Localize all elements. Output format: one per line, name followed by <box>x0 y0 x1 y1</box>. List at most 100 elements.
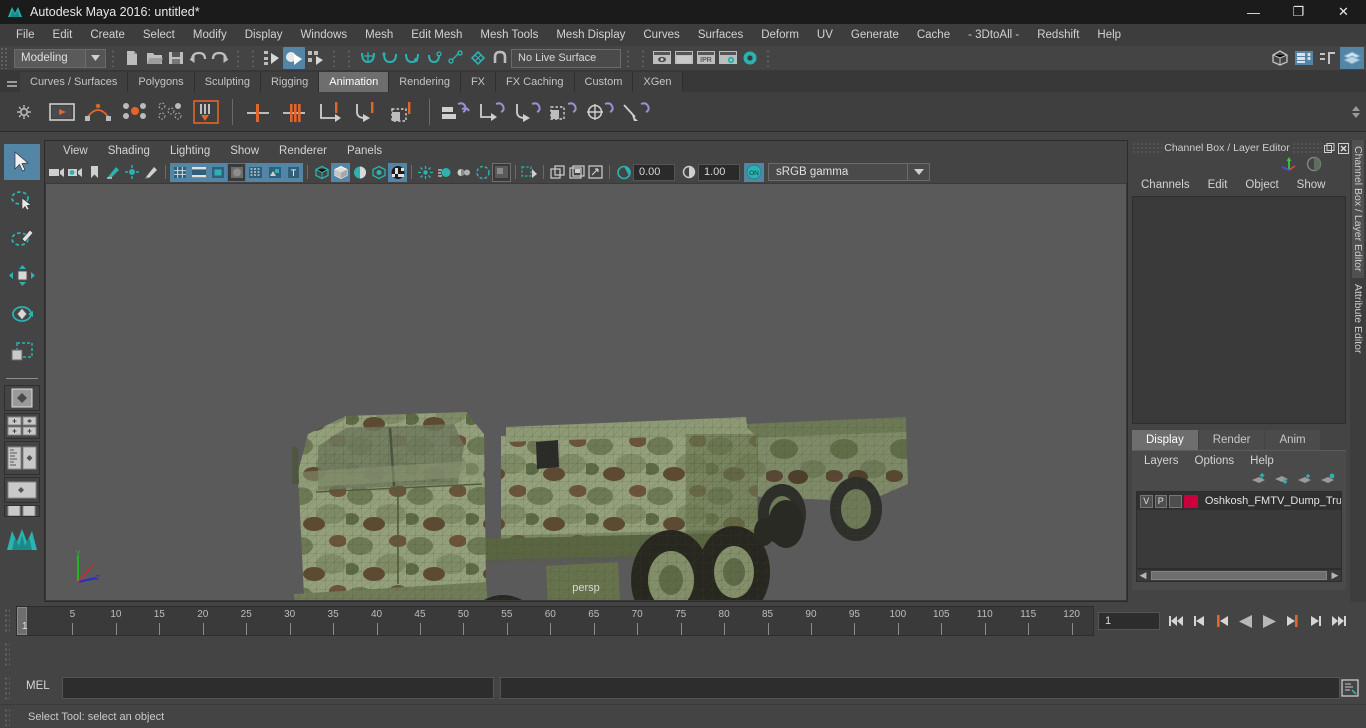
menu-redshift[interactable]: Redshift <box>1028 24 1088 46</box>
set-driven-key-icon[interactable] <box>152 94 188 130</box>
step-forward-frame-icon[interactable] <box>1304 610 1326 632</box>
display-layer-row[interactable]: V P Oshkosh_FMTV_Dump_Truc <box>1137 492 1341 510</box>
layer-editor-tab-anim[interactable]: Anim <box>1265 430 1320 450</box>
normal-constraint-icon[interactable] <box>582 94 618 130</box>
tangent-constraint-icon[interactable] <box>618 94 654 130</box>
channel-box-menu-show[interactable]: Show <box>1288 179 1335 191</box>
parent-constraint-icon[interactable] <box>438 94 474 130</box>
menu-edit[interactable]: Edit <box>44 24 82 46</box>
ipr-render-icon[interactable]: IPR <box>695 47 717 69</box>
panel-drag-handle-right[interactable] <box>1292 142 1322 154</box>
xray-active-components-icon[interactable] <box>567 163 586 182</box>
layer-menu-options[interactable]: Options <box>1187 455 1243 467</box>
menu-edit-mesh[interactable]: Edit Mesh <box>402 24 471 46</box>
shelf-tab-sculpting[interactable]: Sculpting <box>194 72 261 92</box>
screen-space-ambient-occlusion-icon[interactable] <box>416 163 435 182</box>
vtab-channel-box-layer-editor[interactable]: Channel Box / Layer Editor <box>1352 140 1364 278</box>
grease-pencil-icon[interactable] <box>142 163 161 182</box>
save-scene-icon[interactable] <box>165 47 187 69</box>
menu-cache[interactable]: Cache <box>908 24 959 46</box>
select-camera-icon[interactable] <box>47 163 66 182</box>
sphere-preview-icon[interactable] <box>1306 156 1322 175</box>
lasso-select-tool[interactable] <box>4 182 40 218</box>
ik-spline-handle-icon[interactable] <box>277 94 313 130</box>
scrollbar-thumb[interactable] <box>1151 571 1327 580</box>
shelf-scroll-buttons[interactable] <box>1348 92 1364 132</box>
layer-menu-layers[interactable]: Layers <box>1136 455 1187 467</box>
snap-to-projected-center-icon[interactable] <box>423 47 445 69</box>
menu-curves[interactable]: Curves <box>634 24 688 46</box>
isolate-select-icon[interactable] <box>492 162 511 182</box>
shelf-scroll-up-icon[interactable] <box>1352 106 1360 111</box>
maximize-button[interactable]: ❐ <box>1276 0 1321 24</box>
layer-editor-tab-display[interactable]: Display <box>1132 430 1198 450</box>
gate-mask-icon[interactable] <box>227 162 246 182</box>
scroll-right-icon[interactable]: ▶ <box>1329 570 1341 581</box>
persp-graph-editor-layout[interactable] <box>4 477 40 503</box>
status-line-drag-handle[interactable] <box>0 47 9 69</box>
menu-mesh[interactable]: Mesh <box>356 24 402 46</box>
scale-tool[interactable] <box>4 334 40 370</box>
viewport-menu-show[interactable]: Show <box>220 145 269 157</box>
wireframe-icon[interactable] <box>312 163 331 182</box>
gamma-control-icon[interactable] <box>679 163 698 182</box>
layer-editor-tab-render[interactable]: Render <box>1198 430 1265 450</box>
shelf-options-icon[interactable] <box>4 92 44 132</box>
exposure-value-field[interactable]: 0.00 <box>633 163 675 181</box>
aim-constraint-icon[interactable] <box>474 94 510 130</box>
film-gate-icon[interactable] <box>189 162 208 182</box>
constrain-orient-icon[interactable] <box>349 94 385 130</box>
snap-to-curve-icon[interactable] <box>379 47 401 69</box>
menu-deform[interactable]: Deform <box>752 24 808 46</box>
render-region-icon[interactable] <box>673 47 695 69</box>
shelf-tab-curves-surfaces[interactable]: Curves / Surfaces <box>20 72 129 92</box>
channel-box-menu-channels[interactable]: Channels <box>1132 179 1199 191</box>
script-editor-icon[interactable] <box>1340 678 1360 698</box>
move-layer-up-icon[interactable] <box>1251 472 1267 488</box>
close-icon[interactable] <box>1336 142 1350 155</box>
isolate-select-toggle-icon[interactable] <box>586 163 605 182</box>
layer-display-type-toggle[interactable] <box>1169 494 1182 508</box>
render-settings-icon[interactable] <box>717 47 739 69</box>
camera-attributes-icon[interactable] <box>66 163 85 182</box>
make-live-icon[interactable] <box>467 47 489 69</box>
menu-select[interactable]: Select <box>134 24 184 46</box>
range-slider-drag-handle[interactable] <box>4 642 10 668</box>
new-layer-icon[interactable] <box>1297 473 1313 488</box>
snap-to-point-icon[interactable] <box>401 47 423 69</box>
truck-3d-model[interactable] <box>46 184 1126 600</box>
select-tool[interactable] <box>4 144 40 180</box>
command-output[interactable] <box>500 677 1340 699</box>
live-surface-field[interactable]: No Live Surface <box>511 48 621 68</box>
menu-file[interactable]: File <box>7 24 44 46</box>
resolution-gate-icon[interactable] <box>208 162 227 182</box>
menu-create[interactable]: Create <box>81 24 134 46</box>
shelf-tab-fx[interactable]: FX <box>460 72 497 92</box>
menu-modify[interactable]: Modify <box>184 24 236 46</box>
exposure-icon[interactable] <box>265 162 284 182</box>
move-tool[interactable] <box>4 258 40 294</box>
open-scene-icon[interactable] <box>143 47 165 69</box>
time-slider-track[interactable]: 1 5 10 15 20 25 30 35 40 45 50 55 60 65 70 75 80 85 90 95 1… <box>16 606 1094 636</box>
tool-settings-icon[interactable] <box>1316 47 1340 69</box>
menu-surfaces[interactable]: Surfaces <box>689 24 752 46</box>
layer-menu-help[interactable]: Help <box>1242 455 1282 467</box>
playblast-icon[interactable] <box>44 94 80 130</box>
move-layer-down-icon[interactable] <box>1274 473 1290 488</box>
undo-icon[interactable] <box>187 47 209 69</box>
vtab-attribute-editor[interactable]: Attribute Editor <box>1352 278 1364 359</box>
scroll-left-icon[interactable]: ◀ <box>1137 570 1149 581</box>
viewport-menu-panels[interactable]: Panels <box>337 145 392 157</box>
gamma-value-field[interactable]: 1.00 <box>698 163 740 181</box>
channel-box-menu-object[interactable]: Object <box>1236 179 1287 191</box>
viewport-menu-renderer[interactable]: Renderer <box>269 145 337 157</box>
layer-visibility-toggle[interactable]: V <box>1140 494 1153 508</box>
color-space-dropdown-arrow[interactable] <box>908 163 930 181</box>
four-view-layout[interactable] <box>4 413 40 439</box>
help-line-drag-handle[interactable] <box>4 708 10 726</box>
bookmark-icon[interactable] <box>85 163 104 182</box>
xray-icon[interactable] <box>520 163 539 182</box>
new-scene-icon[interactable] <box>121 47 143 69</box>
color-space-field[interactable]: sRGB gamma <box>768 163 908 181</box>
menu-generate[interactable]: Generate <box>842 24 908 46</box>
